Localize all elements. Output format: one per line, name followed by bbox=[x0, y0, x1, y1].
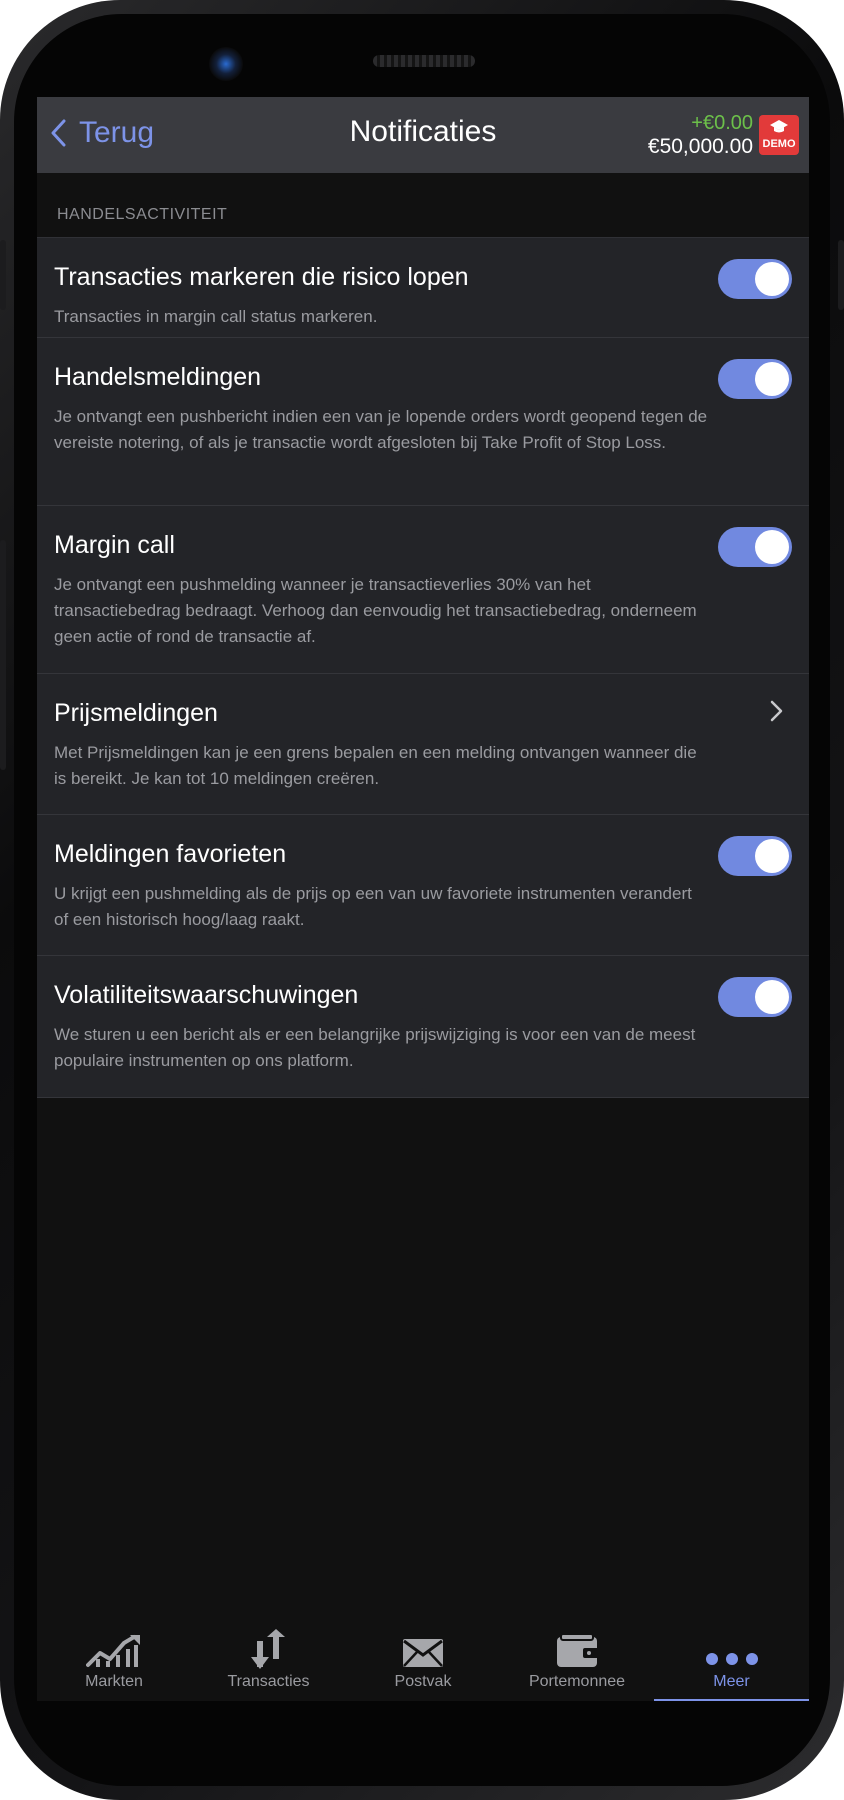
demo-badge[interactable]: DEMO bbox=[759, 115, 799, 155]
account-balance[interactable]: +€0.00 €50,000.00 bbox=[648, 111, 753, 159]
setting-title: Margin call bbox=[54, 531, 175, 559]
tab-label: Portemonnee bbox=[528, 1673, 626, 1690]
phone-frame: Terug Notificaties +€0.00 €50,000.00 DEM… bbox=[0, 0, 844, 1800]
section-label: HANDELSACTIVITEIT bbox=[57, 206, 228, 223]
setting-flag-risky-trades: Transacties markeren die risico lopen Tr… bbox=[37, 238, 809, 338]
toggle-margin-call[interactable] bbox=[718, 527, 792, 567]
graduation-cap-icon bbox=[770, 120, 788, 133]
toggle-knob bbox=[755, 262, 789, 296]
setting-trade-notifications: Handelsmeldingen Je ontvangt een pushber… bbox=[37, 338, 809, 506]
side-button bbox=[0, 540, 6, 770]
setting-margin-call: Margin call Je ontvangt een pushmelding … bbox=[37, 506, 809, 674]
balance-total: €50,000.00 bbox=[647, 135, 753, 158]
app-screen: Terug Notificaties +€0.00 €50,000.00 DEM… bbox=[37, 97, 809, 1701]
setting-title: Volatiliteitswaarschuwingen bbox=[54, 981, 359, 1009]
toggle-knob bbox=[755, 980, 789, 1014]
transfer-arrows-icon bbox=[191, 1619, 346, 1669]
chevron-right-icon bbox=[770, 700, 783, 722]
envelope-icon bbox=[346, 1619, 500, 1669]
setting-price-alerts[interactable]: Prijsmeldingen Met Prijsmeldingen kan je… bbox=[37, 674, 809, 815]
setting-title: Meldingen favorieten bbox=[54, 840, 287, 868]
tab-more[interactable]: Meer bbox=[654, 1619, 809, 1699]
tab-markets[interactable]: Markten bbox=[37, 1619, 191, 1699]
setting-description: Je ontvangt een pushbericht indien een v… bbox=[54, 407, 708, 452]
setting-description: U krijgt een pushmelding als de prijs op… bbox=[54, 884, 692, 929]
active-tab-indicator bbox=[654, 1699, 809, 1701]
setting-title: Prijsmeldingen bbox=[54, 699, 218, 727]
setting-description: We sturen u een bericht als er een belan… bbox=[54, 1025, 696, 1070]
setting-title: Transacties markeren die risico lopen bbox=[54, 263, 469, 291]
app-header: Terug Notificaties +€0.00 €50,000.00 DEM… bbox=[37, 97, 809, 173]
power-button bbox=[838, 240, 844, 310]
tab-label: Meer bbox=[713, 1673, 750, 1690]
tab-label: Transacties bbox=[227, 1673, 310, 1690]
tab-label: Postvak bbox=[394, 1673, 452, 1690]
toggle-flag-risky-trades[interactable] bbox=[718, 259, 792, 299]
notification-settings-list: Transacties markeren die risico lopen Tr… bbox=[37, 237, 809, 1098]
toggle-trade-notifications[interactable] bbox=[718, 359, 792, 399]
tab-label: Markten bbox=[85, 1673, 143, 1690]
chart-icon bbox=[37, 1619, 191, 1669]
earpiece-speaker bbox=[373, 55, 475, 67]
tab-wallet[interactable]: Portemonnee bbox=[500, 1619, 654, 1699]
setting-description: Transacties in margin call status marker… bbox=[54, 307, 378, 326]
tab-transactions[interactable]: Transacties bbox=[191, 1619, 346, 1699]
volume-button bbox=[0, 240, 6, 310]
setting-title: Handelsmeldingen bbox=[54, 363, 262, 391]
balance-delta: +€0.00 bbox=[691, 112, 753, 134]
setting-description: Met Prijsmeldingen kan je een grens bepa… bbox=[54, 743, 697, 788]
demo-badge-label: DEMO bbox=[762, 138, 796, 150]
setting-description: Je ontvangt een pushmelding wanneer je t… bbox=[54, 575, 697, 646]
wallet-icon bbox=[500, 1619, 654, 1669]
tab-inbox[interactable]: Postvak bbox=[346, 1619, 500, 1699]
toggle-knob bbox=[755, 530, 789, 564]
bottom-tab-bar: Markten Transacties Postvak Portemonnee … bbox=[37, 1619, 809, 1701]
more-dots-icon bbox=[654, 1619, 809, 1669]
toggle-knob bbox=[755, 839, 789, 873]
toggle-volatility-warnings[interactable] bbox=[718, 977, 792, 1017]
setting-favorites-notifications: Meldingen favorieten U krijgt een pushme… bbox=[37, 815, 809, 956]
toggle-knob bbox=[755, 362, 789, 396]
toggle-favorites-notifications[interactable] bbox=[718, 836, 792, 876]
setting-volatility-warnings: Volatiliteitswaarschuwingen We sturen u … bbox=[37, 956, 809, 1098]
front-camera bbox=[209, 47, 243, 81]
